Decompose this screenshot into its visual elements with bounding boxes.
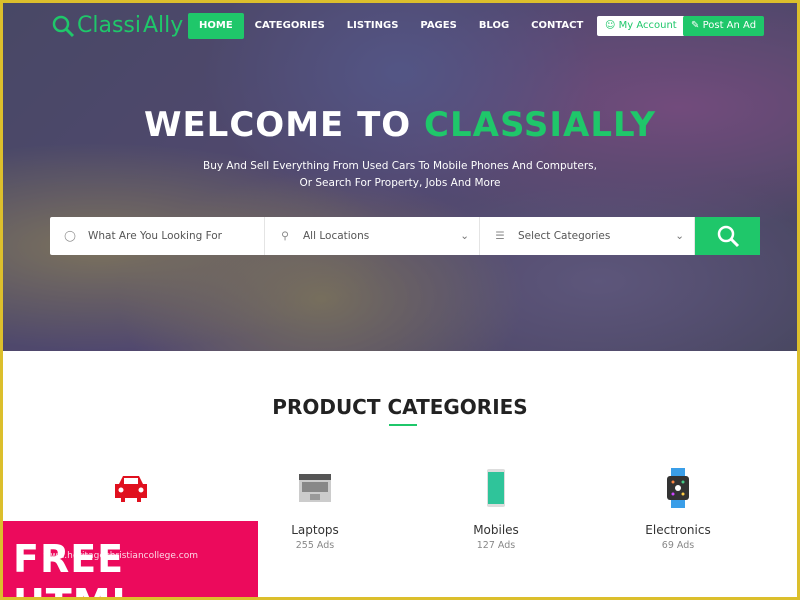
category-count: 69 Ads [661, 540, 695, 551]
category-laptops[interactable]: Laptops 255 Ads [235, 468, 395, 551]
keyword-input[interactable]: ◯ What Are You Looking For [50, 217, 265, 255]
section-title: PRODUCT CATEGORIES [272, 395, 528, 419]
location-value: All Locations [303, 230, 370, 242]
nav-pages[interactable]: PAGES [409, 13, 467, 39]
nav-categories[interactable]: CATEGORIES [244, 13, 336, 39]
hero-subtitle: Buy And Sell Everything From Used Cars T… [3, 158, 797, 192]
category-name: Electronics [645, 523, 711, 537]
logo-text: Classi [77, 13, 141, 38]
logo[interactable]: Classi Ally [51, 13, 183, 38]
category-cars[interactable] [51, 468, 211, 508]
search-logo-icon [52, 15, 75, 37]
location-pin-icon: ⚲ [281, 230, 289, 242]
chevron-down-icon: ⌄ [675, 230, 684, 242]
title-underline [389, 424, 417, 426]
hero-sub-line2: Or Search For Property, Jobs And More [299, 177, 501, 189]
post-ad-button[interactable]: ✎ Post An Ad [683, 16, 765, 36]
category-name: Mobiles [473, 523, 519, 537]
my-account-label: My Account [618, 20, 677, 31]
hero-title: WELCOME TO CLASSIALLY [3, 105, 797, 145]
nav-listings[interactable]: LISTINGS [336, 13, 410, 39]
location-select[interactable]: ⚲ All Locations ⌄ [265, 217, 480, 255]
navbar: Classi Ally HOME CATEGORIES LISTINGS PAGE… [3, 13, 797, 43]
category-count: 255 Ads [295, 540, 335, 551]
mobile-icon [416, 468, 576, 508]
edit-icon: ✎ [691, 20, 700, 31]
watermark: www.heritagechristiancollege.com [43, 551, 198, 561]
layers-icon: ☰ [495, 230, 505, 242]
nav-home[interactable]: HOME [188, 13, 244, 39]
hero-title-a: WELCOME TO [143, 105, 425, 145]
category-name: Laptops [291, 523, 339, 537]
category-electronics[interactable]: Electronics 69 Ads [598, 468, 758, 551]
nav-blog[interactable]: BLOG [468, 13, 520, 39]
category-mobiles[interactable]: Mobiles 127 Ads [416, 468, 576, 551]
free-html-badge: FREE HTML www.heritagechristiancollege.c… [3, 521, 258, 597]
hero-sub-line1: Buy And Sell Everything From Used Cars T… [203, 160, 597, 172]
post-ad-label: Post An Ad [702, 20, 757, 31]
user-icon: ☺ [605, 20, 616, 31]
keyword-placeholder: What Are You Looking For [88, 230, 223, 242]
category-select[interactable]: ☰ Select Categories ⌄ [480, 217, 695, 255]
smartwatch-icon [598, 468, 758, 508]
hero-title-b: CLASSIALLY [424, 105, 657, 145]
search-button[interactable] [695, 217, 760, 255]
car-icon [51, 468, 211, 508]
chevron-down-icon: ⌄ [460, 230, 469, 242]
promo-label: FREE HTML [13, 537, 136, 597]
my-account-button[interactable]: ☺ My Account [597, 16, 685, 36]
category-count: 127 Ads [476, 540, 516, 551]
logo-text-accent: Ally [143, 13, 184, 38]
category-value: Select Categories [518, 230, 611, 242]
tag-icon: ◯ [64, 230, 76, 242]
laptop-icon [235, 468, 395, 508]
search-icon [717, 225, 739, 248]
search-bar: ◯ What Are You Looking For ⚲ All Locations… [50, 217, 760, 255]
nav-contact[interactable]: CONTACT [520, 13, 594, 39]
